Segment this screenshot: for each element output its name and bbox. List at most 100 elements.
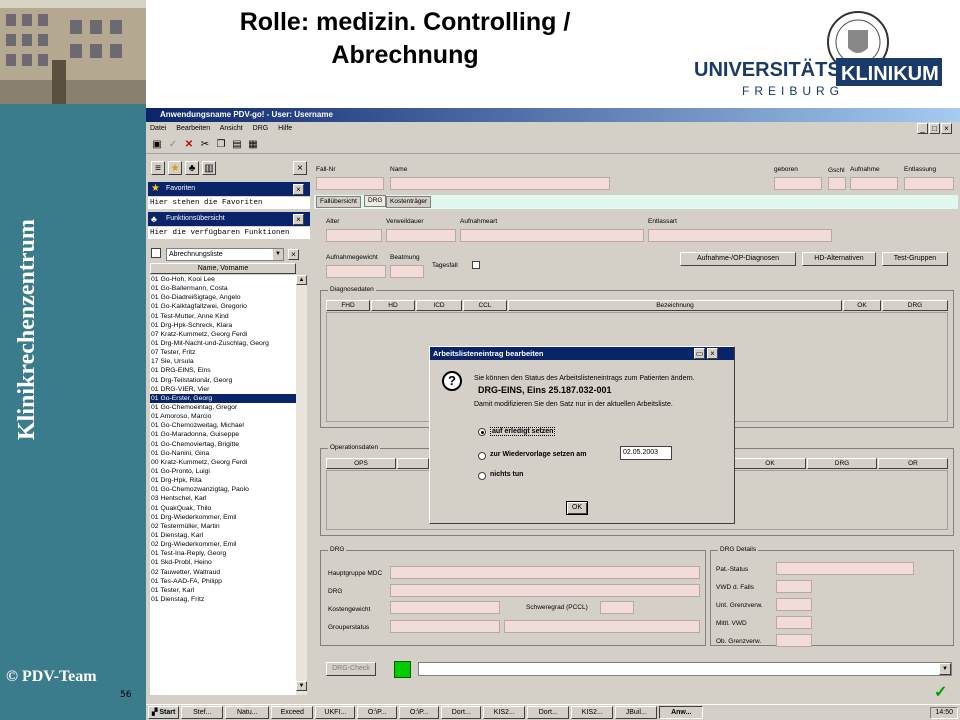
aufnahmeart-field[interactable]: [460, 229, 644, 242]
start-button[interactable]: ▞ Start: [148, 706, 180, 719]
aufnahme-field[interactable]: [850, 177, 898, 190]
hd-alternativen-button[interactable]: HD-Alternativen: [802, 252, 876, 266]
menu-hilfe[interactable]: Hilfe: [278, 125, 292, 132]
patient-row[interactable]: 01 Amoroso, Marcio: [150, 412, 296, 421]
col-ok[interactable]: OK: [843, 300, 881, 311]
functions-header[interactable]: Funktionsübersicht: [148, 212, 310, 226]
panel-close-icon[interactable]: ×: [293, 161, 307, 175]
name-field[interactable]: [390, 177, 610, 190]
task-11[interactable]: JBuil...: [615, 706, 658, 719]
wiedervorlage-date-field[interactable]: 02.05.2003: [620, 446, 672, 460]
col-fhd[interactable]: FHD: [326, 300, 370, 311]
check-icon[interactable]: ✓: [166, 138, 180, 152]
list-scrollbar[interactable]: ▲ ▼: [296, 275, 307, 695]
entlassart-field[interactable]: [648, 229, 832, 242]
functions-close-icon[interactable]: ×: [293, 214, 304, 225]
vwd-field[interactable]: [776, 580, 812, 593]
radio-nichts-tun[interactable]: [478, 472, 486, 480]
col-ops[interactable]: OPS: [326, 458, 396, 469]
patient-row[interactable]: 01 Skd-Probl, Heino: [150, 558, 296, 567]
patient-row[interactable]: 01 Go-Diadreißigtage, Angelo: [150, 293, 296, 302]
menu-datei[interactable]: Datei: [150, 125, 166, 132]
patient-row[interactable]: 02 Drg-Wiederkommer, Emil: [150, 540, 296, 549]
geboren-field[interactable]: [774, 177, 822, 190]
cut-icon[interactable]: ✂: [198, 138, 212, 152]
task-10[interactable]: KIS2...: [571, 706, 614, 719]
geschlecht-field[interactable]: [828, 177, 846, 190]
menu-ansicht[interactable]: Ansicht: [220, 125, 243, 132]
patient-row[interactable]: 01 DRG-VIER, Vier: [150, 385, 296, 394]
unt-grenzverw-field[interactable]: [776, 598, 812, 611]
menu-drg[interactable]: DRG: [253, 125, 269, 132]
hauptgruppe-field[interactable]: [390, 566, 700, 579]
tree-icon[interactable]: ♣: [185, 161, 199, 175]
beatmung-field[interactable]: [390, 265, 424, 278]
worklist-close-icon[interactable]: ×: [288, 249, 299, 260]
col-op-or[interactable]: OR: [878, 458, 948, 469]
task-8[interactable]: KIS2...: [483, 706, 526, 719]
close-icon[interactable]: ×: [941, 123, 952, 134]
task-7[interactable]: Dort...: [441, 706, 482, 719]
tab-drg[interactable]: DRG: [364, 195, 387, 207]
option-wiedervorlage-label[interactable]: zur Wiedervorlage setzen am: [490, 451, 586, 458]
message-chevron-icon[interactable]: ▼: [939, 663, 951, 675]
patient-row[interactable]: 01 Drg-Hpk-Schreck, Klara: [150, 321, 296, 330]
patient-row[interactable]: 01 Go-Pronto, Luigi: [150, 467, 296, 476]
menu-bearbeiten[interactable]: Bearbeiten: [176, 125, 210, 132]
diagnosen-button[interactable]: Aufnahme-/OP-Diagnosen: [680, 252, 796, 266]
worklist-select[interactable]: Abrechnungsliste ▼: [166, 248, 284, 261]
document-icon[interactable]: ▦: [246, 138, 260, 152]
list-icon[interactable]: ≡: [151, 161, 165, 175]
patient-row[interactable]: 01 Go-Chemozwanzigtag, Paolo: [150, 485, 296, 494]
patient-row[interactable]: 01 QuakQuak, Thilo: [150, 504, 296, 513]
ok-button[interactable]: OK: [566, 501, 588, 515]
patient-row[interactable]: 02 Tauwetter, Waltraud: [150, 568, 296, 577]
minimize-icon[interactable]: _: [917, 123, 928, 134]
star-icon[interactable]: ★: [168, 161, 182, 175]
grouperstatus-field[interactable]: [390, 620, 500, 633]
entlassung-field[interactable]: [904, 177, 954, 190]
pat-status-field[interactable]: [776, 562, 914, 575]
alter-field[interactable]: [326, 229, 382, 242]
list-checkbox[interactable]: [151, 248, 161, 258]
patient-row[interactable]: 01 Tes-AAD-FA, Philipp: [150, 577, 296, 586]
table-icon[interactable]: ▥: [202, 161, 216, 175]
patient-row[interactable]: 07 Tester, Fritz: [150, 348, 296, 357]
patient-row[interactable]: 17 Sie, Ursula: [150, 357, 296, 366]
patient-row[interactable]: 01 Go-Hoh, Kooi Lee: [150, 275, 296, 284]
test-gruppen-button[interactable]: Test-Gruppen: [882, 252, 948, 266]
maximize-icon[interactable]: □: [929, 123, 940, 134]
patient-row[interactable]: 01 Go-Chemoeintag, Gregor: [150, 403, 296, 412]
message-combobox[interactable]: ▼: [418, 662, 952, 676]
chevron-down-icon[interactable]: ▼: [273, 249, 283, 260]
grouperstatus-text-field[interactable]: [504, 620, 700, 633]
patient-row[interactable]: 01 Go-Erster, Georg: [150, 393, 296, 403]
patient-row[interactable]: 01 DRG-EINS, Eins: [150, 366, 296, 375]
task-4[interactable]: UKFI...: [315, 706, 356, 719]
tagesfall-checkbox[interactable]: [472, 261, 480, 269]
dialog-restore-icon[interactable]: ▭: [694, 348, 705, 359]
task-2[interactable]: Natu...: [225, 706, 270, 719]
favorites-header[interactable]: Favoriten: [148, 182, 310, 196]
col-ccl[interactable]: CCL: [463, 300, 507, 311]
col-drg[interactable]: DRG: [882, 300, 948, 311]
mittl-vwd-field[interactable]: [776, 616, 812, 629]
schweregrad-field[interactable]: [600, 601, 634, 614]
tab-kostentraeger[interactable]: Kostenträger: [386, 196, 432, 208]
option-nichts-tun-label[interactable]: nichts tun: [490, 471, 523, 478]
option-erledigt-label[interactable]: auf erledigt setzen: [490, 427, 556, 436]
delete-icon[interactable]: ✕: [182, 138, 196, 152]
dialog-close-icon[interactable]: ×: [707, 348, 718, 359]
aufnahmegewicht-field[interactable]: [326, 265, 386, 278]
patient-row[interactable]: 01 Go-Nanini, Gina: [150, 449, 296, 458]
col-op-ok[interactable]: OK: [734, 458, 806, 469]
patient-row[interactable]: 01 Drg-Hpk, Rita: [150, 476, 296, 485]
patient-row[interactable]: 02 Testermüller, Martin: [150, 522, 296, 531]
patient-row[interactable]: 01 Go-Chemoviertag, Brigitte: [150, 440, 296, 449]
col-ops-empty[interactable]: [397, 458, 429, 469]
patient-row[interactable]: 07 Kratz-Kummetz, Georg Ferdi: [150, 330, 296, 339]
patient-row[interactable]: 01 Dienstag, Karl: [150, 531, 296, 540]
patient-row[interactable]: 00 Kratz-Kummetz, Georg Ferdi: [150, 458, 296, 467]
ob-grenzverw-field[interactable]: [776, 634, 812, 647]
patient-row[interactable]: 01 Go-Maradonna, Guiseppe: [150, 430, 296, 439]
